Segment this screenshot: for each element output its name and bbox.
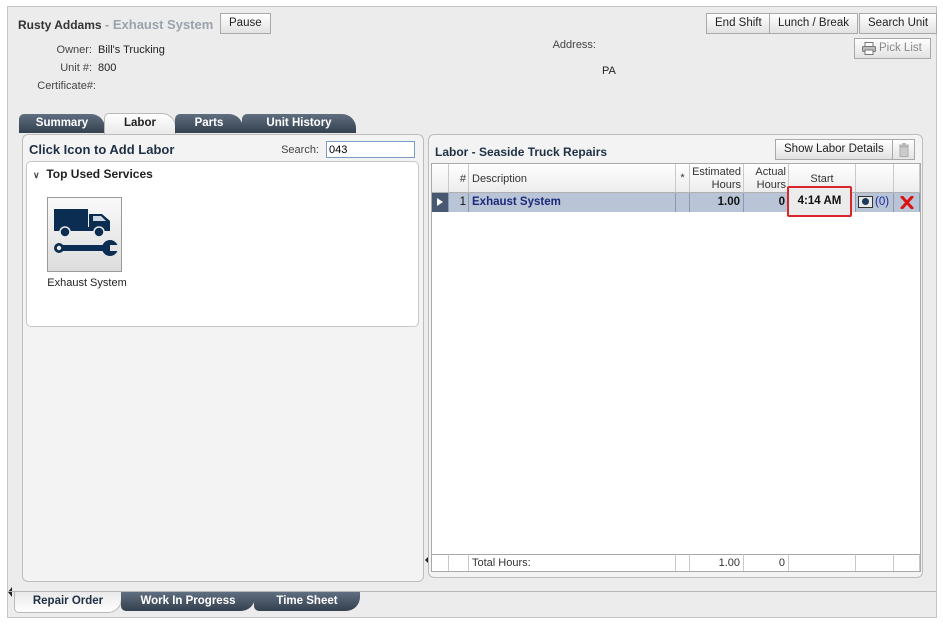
row-selector[interactable] — [432, 193, 449, 212]
trash-icon — [899, 143, 909, 157]
address-value: PA — [602, 65, 616, 77]
tab-unit-history[interactable]: Unit History — [242, 114, 356, 133]
app-window: Rusty Addams - Exhaust System Pause End … — [7, 6, 938, 618]
search-input[interactable] — [326, 141, 415, 158]
row-description[interactable]: Exhaust System — [469, 193, 676, 212]
grid-header-actual-line1: Actual — [755, 166, 786, 178]
row-estimated: 1.00 — [690, 193, 744, 212]
grid-header-delete — [894, 164, 920, 193]
certificate-label: Certificate#: — [37, 80, 96, 92]
grid-header-select — [432, 164, 449, 193]
row-actual: 0 — [744, 193, 789, 212]
top-used-services: ∨ Top Used Services Exhaust System — [26, 161, 419, 327]
grid-header-num[interactable]: # — [449, 164, 469, 193]
notes-count[interactable]: (0) — [875, 196, 889, 208]
tab-time-sheet[interactable]: Time Sheet — [254, 592, 360, 611]
camera-icon[interactable] — [858, 196, 873, 208]
owner-label: Owner: — [56, 44, 92, 56]
tab-labor[interactable]: Labor — [104, 113, 176, 134]
unit-value: 800 — [98, 62, 117, 74]
grid-header-notes — [856, 164, 894, 193]
row-notes[interactable]: (0) — [856, 193, 894, 212]
row-arrow-icon — [437, 198, 443, 206]
grid-header-estimated[interactable]: Estimated Hours — [690, 164, 744, 193]
delete-x-icon[interactable] — [900, 196, 914, 209]
owner-value: Bill's Trucking — [98, 44, 165, 56]
grid-footer-label: Total Hours: — [469, 554, 676, 571]
tab-summary[interactable]: Summary — [19, 114, 105, 133]
end-shift-button[interactable]: End Shift — [706, 13, 771, 34]
grid-footer-actual: 0 — [744, 554, 789, 571]
grid-footer-start — [789, 554, 856, 571]
unit-label: Unit #: — [60, 62, 92, 74]
row-flag — [676, 193, 690, 212]
search-label: Search: — [281, 144, 319, 156]
grid-header-actual-line2: Hours — [756, 179, 786, 191]
grid-footer-notes — [856, 554, 894, 571]
grid-header-estimated-line2: Hours — [711, 179, 741, 191]
collapse-bottom-arrow-icon[interactable] — [8, 587, 12, 597]
services-panel: Click Icon to Add Labor Search: ∨ Top Us… — [22, 134, 424, 582]
address-label: Address: — [552, 39, 596, 51]
tab-repair-order[interactable]: Repair Order — [14, 592, 122, 613]
pick-list-label: Pick List — [879, 42, 922, 54]
row-start-time[interactable]: 4:14 AM — [787, 186, 852, 217]
printer-icon — [862, 42, 876, 55]
grid-header-flag[interactable]: * — [676, 164, 690, 193]
chevron-down-icon: ∨ — [33, 170, 40, 180]
services-panel-title: Click Icon to Add Labor — [29, 142, 175, 157]
row-start-cell: 4:14 AM — [787, 186, 856, 217]
grid-footer-flag — [676, 554, 690, 571]
service-tile-exhaust-system[interactable] — [47, 197, 122, 272]
show-labor-details-button[interactable]: Show Labor Details — [775, 139, 893, 160]
pick-list-button[interactable]: Pick List — [854, 38, 931, 59]
grid-header-actual[interactable]: Actual Hours — [744, 164, 789, 193]
grid-footer-delete — [894, 554, 920, 571]
grid-header-estimated-line1: Estimated — [692, 166, 741, 178]
grid-footer-select — [432, 554, 449, 571]
pause-button[interactable]: Pause — [220, 13, 271, 34]
truck-wrench-icon — [54, 209, 120, 256]
grid-footer-num — [449, 554, 469, 571]
page-title: Rusty Addams - Exhaust System — [18, 17, 213, 32]
grid-header-description[interactable]: Description — [469, 164, 676, 193]
tab-parts[interactable]: Parts — [175, 114, 243, 133]
labor-panel-title: Labor - Seaside Truck Repairs — [435, 145, 608, 159]
search-unit-button[interactable]: Search Unit — [859, 13, 938, 34]
grid-footer-estimated: 1.00 — [690, 554, 744, 571]
top-used-services-header[interactable]: ∨ Top Used Services — [33, 167, 153, 181]
labor-panel: Labor - Seaside Truck Repairs Show Labor… — [428, 134, 923, 578]
delete-button[interactable] — [892, 139, 915, 160]
service-label: Exhaust System — [47, 277, 127, 289]
top-used-services-title: Top Used Services — [46, 167, 153, 181]
labor-grid: # Description * Estimated Hours Actual H… — [431, 163, 921, 572]
customer-name: Rusty Addams — [18, 18, 102, 32]
row-delete[interactable] — [894, 193, 920, 212]
row-num: 1 — [449, 193, 469, 212]
tab-work-in-progress[interactable]: Work In Progress — [121, 592, 255, 611]
job-name: - Exhaust System — [104, 17, 214, 32]
lunch-break-button[interactable]: Lunch / Break — [769, 13, 858, 34]
